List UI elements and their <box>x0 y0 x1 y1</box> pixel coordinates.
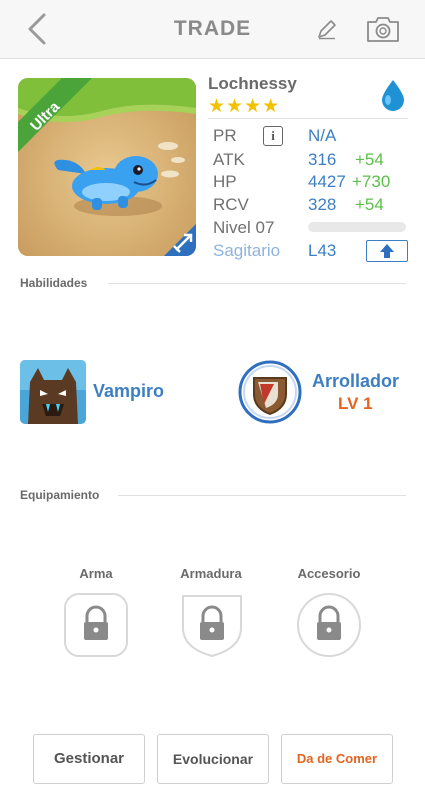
hp-value: 4427 <box>308 172 346 191</box>
top-bar: TRADE <box>0 0 425 59</box>
skill-level: LV 1 <box>338 394 373 413</box>
info-icon[interactable]: i <box>263 126 283 146</box>
skills-section-label: Habilidades <box>20 276 88 290</box>
rcv-value: 328 <box>308 195 337 214</box>
camera-icon[interactable] <box>366 15 400 43</box>
feed-button[interactable]: Da de Comer <box>281 734 393 784</box>
atk-value: 316 <box>308 150 337 169</box>
monster-portrait[interactable]: Ultra <box>18 78 196 256</box>
hp-label: HP <box>213 172 237 191</box>
evolve-button[interactable]: Evolucionar <box>157 734 269 784</box>
rcv-bonus: +54 <box>355 195 384 214</box>
atk-label: ATK <box>213 150 245 169</box>
accessory-slot[interactable] <box>296 592 362 658</box>
pr-label: PR <box>213 126 237 145</box>
divider <box>118 495 406 496</box>
weapon-slot-label: Arma <box>79 566 113 581</box>
pencil-icon[interactable] <box>316 18 338 40</box>
skill-name-vampiro[interactable]: Vampiro <box>93 381 164 402</box>
pr-value: N/A <box>308 126 337 145</box>
water-drop-icon <box>382 80 404 111</box>
atk-bonus: +54 <box>355 150 384 169</box>
armor-slot[interactable] <box>179 592 245 658</box>
hp-bonus: +730 <box>352 172 391 191</box>
zodiac-label: Sagitario <box>213 241 281 260</box>
level-up-button[interactable] <box>366 240 408 262</box>
vampire-skill-icon[interactable] <box>20 360 86 424</box>
skill-name-arrollador[interactable]: Arrollador <box>312 371 399 392</box>
rarity-stars: ★★★★ <box>208 96 281 117</box>
page-title: TRADE <box>173 17 252 40</box>
zodiac-level: L43 <box>308 241 337 260</box>
equipment-section-label: Equipamiento <box>20 488 100 502</box>
level-label: Nivel 07 <box>213 218 275 237</box>
monster-name: Lochnessy <box>208 74 297 93</box>
arrow-up-icon <box>380 244 394 258</box>
divider <box>108 283 406 284</box>
manage-button[interactable]: Gestionar <box>33 734 145 784</box>
bow-arrow-icon <box>164 224 196 256</box>
weapon-slot[interactable] <box>63 592 129 658</box>
shield-skill-icon[interactable] <box>238 360 302 424</box>
accessory-slot-label: Accesorio <box>297 566 361 581</box>
rcv-label: RCV <box>213 195 249 214</box>
level-progress-bar <box>308 222 406 232</box>
armor-slot-label: Armadura <box>180 566 242 581</box>
divider <box>208 118 408 119</box>
